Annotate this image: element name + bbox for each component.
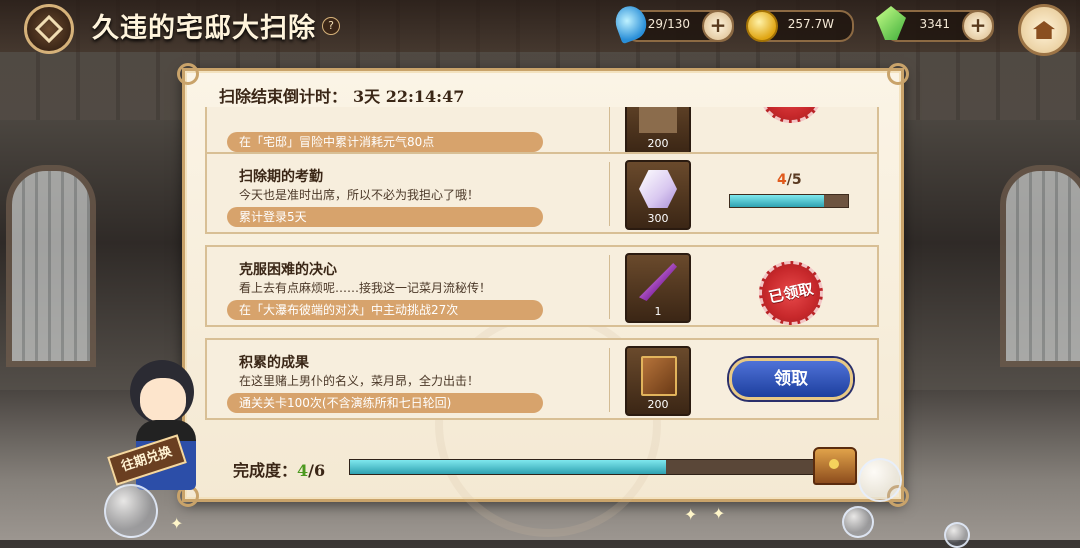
reward-slot[interactable]: 200 — [625, 346, 691, 416]
task-description: 今天也是准时出席，所以不必为我担心了哦！ — [239, 188, 480, 202]
task-divider — [609, 255, 610, 319]
book-icon — [641, 356, 677, 396]
reward-item-icon — [639, 107, 677, 133]
task-divider — [609, 162, 610, 226]
task-condition: 在「大瀑布彼端的对决」中主动挑战27次 — [227, 300, 543, 320]
claim-button[interactable]: 领取 — [729, 358, 853, 400]
task-item: 克服困难的决心 看上去有点麻烦呢……接我这一记菜月流秘传！ 在「大瀑布彼端的对决… — [205, 245, 879, 331]
treasure-chest-icon[interactable] — [813, 447, 857, 485]
task-condition: 累计登录5天 — [227, 207, 543, 227]
completion-label-text: 完成度： — [233, 461, 298, 480]
task-description: 在这里赌上男仆的名义，菜月昂，全力出击！ — [239, 374, 480, 388]
task-progress-current: 4 — [777, 172, 787, 188]
completion-progress-fill — [350, 460, 667, 474]
claimed-stamp-icon — [753, 107, 829, 129]
task-divider — [609, 107, 610, 151]
add-gem-button[interactable]: + — [962, 10, 994, 42]
reward-quantity: 200 — [647, 398, 669, 411]
home-button[interactable] — [1018, 4, 1070, 56]
task-progress-text: 4/5 — [777, 172, 802, 188]
countdown: 扫除结束倒计时： 3天 22:14:47 — [219, 83, 464, 107]
energy-drop-icon — [611, 1, 651, 45]
reward-slot[interactable]: 300 — [625, 160, 691, 230]
task-item: 扫除期的考勤 今天也是准时出席，所以不必为我担心了哦！ 累计登录5天 300 4… — [205, 152, 879, 234]
character-face — [140, 378, 186, 422]
claimed-stamp: 已领取 — [753, 255, 829, 331]
resource-energy: 29/130 + — [611, 1, 734, 45]
help-icon[interactable]: ? — [322, 17, 340, 35]
reward-slot[interactable]: 1 — [625, 253, 691, 323]
completion-current: 4 — [297, 461, 309, 480]
panel-corner-ornament — [177, 63, 199, 85]
reward-quantity: 200 — [647, 137, 669, 150]
completion-progress-bar — [349, 459, 825, 475]
green-gem-icon — [876, 6, 906, 40]
sparkle-icon: ✦ — [684, 505, 698, 524]
task-progress-total: /5 — [786, 172, 802, 188]
task-description: 看上去有点麻烦呢……接我这一记菜月流秘传！ — [239, 281, 492, 295]
bubble-decoration — [858, 458, 902, 502]
task-progress-fill — [730, 195, 825, 207]
sparkle-icon: ✦ — [712, 504, 726, 523]
reward-quantity: 1 — [654, 305, 662, 318]
task-condition: 在「宅邸」冒险中累计消耗元气80点 — [227, 132, 543, 152]
bubble-decoration — [104, 484, 158, 538]
back-diamond-icon — [34, 14, 64, 44]
reward-quantity: 300 — [647, 212, 669, 225]
top-bar: 久违的宅邸大扫除 ? 29/130 + 257.7W 3341 + — [0, 0, 1080, 56]
back-button[interactable] — [24, 4, 74, 54]
task-divider — [609, 348, 610, 412]
resource-energy-value: 29/130 — [647, 17, 690, 31]
countdown-label: 扫除结束倒计时： — [219, 87, 348, 106]
add-energy-button[interactable]: + — [702, 10, 734, 42]
page-title: 久违的宅邸大扫除 — [92, 13, 316, 44]
task-title: 积累的成果 — [239, 355, 309, 371]
bubble-decoration — [944, 522, 970, 548]
resource-gold: 257.7W — [746, 10, 854, 42]
background-window-right — [1000, 165, 1080, 367]
countdown-value: 3天 22:14:47 — [353, 87, 465, 106]
feather-icon — [639, 263, 677, 301]
resource-gold-value: 257.7W — [787, 17, 834, 31]
task-title: 扫除期的考勤 — [239, 169, 323, 185]
reward-slot[interactable]: 200 — [625, 107, 691, 155]
completion-total: /6 — [308, 461, 326, 480]
background-window-left — [6, 165, 96, 367]
crystal-icon — [639, 170, 677, 208]
task-condition: 通关关卡100次(不含演练所和七日轮回) — [227, 393, 543, 413]
resource-gem: 3341 + — [876, 6, 994, 42]
task-panel: 扫除结束倒计时： 3天 22:14:47 在「宅邸」冒险中累计消耗元气80点 20… — [177, 63, 909, 537]
task-item: 积累的成果 在这里赌上男仆的名义，菜月昂，全力出击！ 通关关卡100次(不含演练… — [205, 338, 879, 420]
completion-label: 完成度：4/6 — [233, 457, 325, 481]
sparkle-icon: ✦ — [170, 514, 184, 533]
task-title: 克服困难的决心 — [239, 262, 337, 278]
bubble-decoration — [842, 506, 874, 538]
home-icon — [1033, 21, 1055, 39]
panel-corner-ornament — [887, 63, 909, 85]
task-progress-bar — [729, 194, 849, 208]
resource-gem-value: 3341 — [919, 17, 950, 31]
gold-coin-icon — [746, 10, 778, 42]
task-list[interactable]: 在「宅邸」冒险中累计消耗元气80点 200 扫除期的考勤 今天也是准时出席，所以… — [185, 107, 901, 431]
